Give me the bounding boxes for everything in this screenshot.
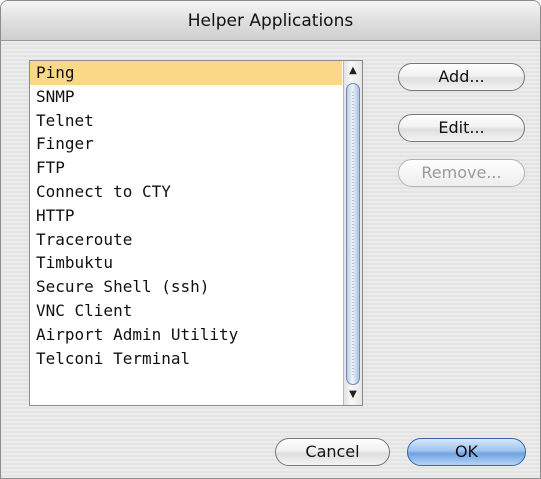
up-arrow-icon[interactable]: ▲ <box>344 63 362 79</box>
list-item-ftp[interactable]: FTP <box>30 156 342 180</box>
dialog-title: Helper Applications <box>187 11 354 31</box>
list-item-connect-to-cty[interactable]: Connect to CTY <box>30 180 342 204</box>
helper-app-list[interactable]: Ping SNMP Telnet Finger FTP Connect to C… <box>30 61 342 405</box>
list-item-secure-shell[interactable]: Secure Shell (ssh) <box>30 275 342 299</box>
helper-applications-dialog: Helper Applications Ping SNMP Telnet Fin… <box>0 0 541 479</box>
list-item-snmp[interactable]: SNMP <box>30 85 342 109</box>
down-arrow-icon[interactable]: ▼ <box>344 387 362 403</box>
add-button[interactable]: Add... <box>398 63 525 91</box>
scroll-thumb[interactable] <box>346 83 360 385</box>
list-scrollbar[interactable]: ▲ ▼ <box>343 61 362 405</box>
list-item-telnet[interactable]: Telnet <box>30 109 342 133</box>
cancel-button[interactable]: Cancel <box>275 438 390 466</box>
list-item-traceroute[interactable]: Traceroute <box>30 228 342 252</box>
list-item-ping[interactable]: Ping <box>30 61 342 85</box>
helper-app-list-box[interactable]: Ping SNMP Telnet Finger FTP Connect to C… <box>29 60 363 406</box>
list-item-timbuktu[interactable]: Timbuktu <box>30 251 342 275</box>
list-item-telconi-terminal[interactable]: Telconi Terminal <box>30 347 342 371</box>
title-bar[interactable]: Helper Applications <box>1 1 540 41</box>
ok-button[interactable]: OK <box>407 438 526 466</box>
list-item-airport-admin-utility[interactable]: Airport Admin Utility <box>30 323 342 347</box>
list-item-finger[interactable]: Finger <box>30 132 342 156</box>
remove-button[interactable]: Remove... <box>398 159 525 187</box>
list-item-vnc-client[interactable]: VNC Client <box>30 299 342 323</box>
edit-button[interactable]: Edit... <box>398 114 525 142</box>
list-item-http[interactable]: HTTP <box>30 204 342 228</box>
